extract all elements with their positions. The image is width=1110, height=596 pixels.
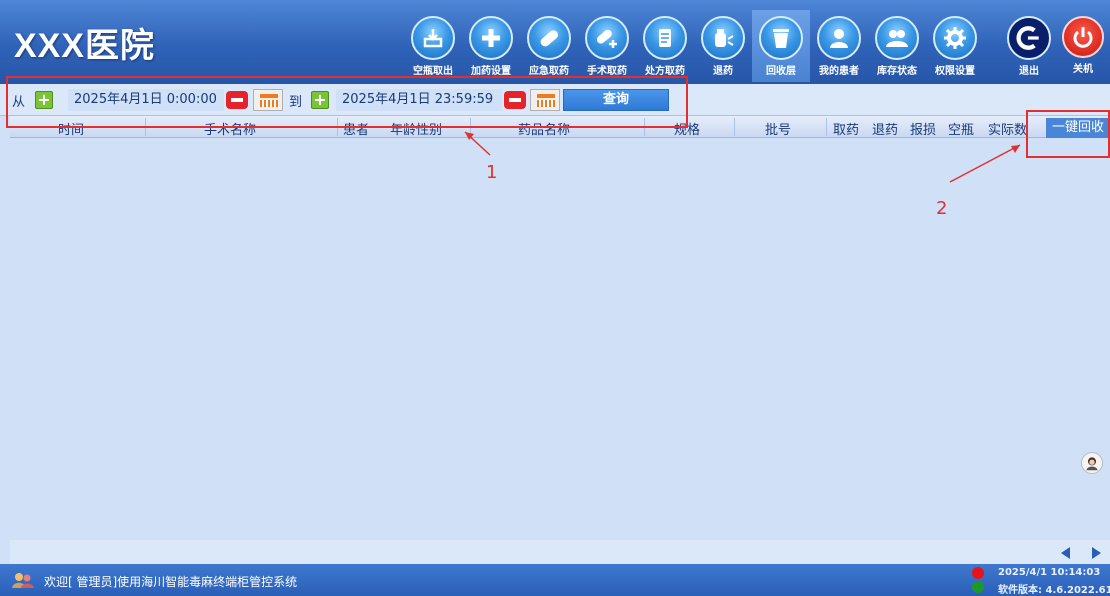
prescription-icon <box>643 16 687 60</box>
nav-add-drug-settings[interactable]: 加药设置 <box>462 10 520 82</box>
nav-empty-bottle-out[interactable]: 空瓶取出 <box>404 10 462 82</box>
shutdown-button[interactable]: 关机 <box>1055 16 1110 84</box>
nav-label: 权限设置 <box>935 66 975 77</box>
nav-label: 加药设置 <box>471 66 511 77</box>
nav-return-drug[interactable]: 退药 <box>694 10 752 82</box>
users-icon <box>12 573 34 588</box>
column-header[interactable]: 批号 <box>765 119 791 138</box>
hospital-name: XXX医院 <box>14 27 156 65</box>
welcome-message: 欢迎[ 管理员]使用海川智能毒麻终端柜管控系统 <box>44 575 298 589</box>
nav-my-patients[interactable]: 我的患者 <box>810 10 868 82</box>
nav-label: 应急取药 <box>529 66 569 77</box>
column-header[interactable]: 报损 <box>910 119 936 138</box>
column-divider[interactable] <box>826 118 827 136</box>
assistant-avatar-icon[interactable] <box>1081 452 1103 474</box>
nav-permission-settings[interactable]: 权限设置 <box>926 10 984 82</box>
nav-label: 手术取药 <box>587 66 627 77</box>
nav-label: 空瓶取出 <box>413 66 453 77</box>
tray-out-icon <box>411 16 455 60</box>
plus-icon <box>469 16 513 60</box>
annotation-box-1 <box>6 76 688 128</box>
bottle-icon <box>701 16 745 60</box>
trash-icon <box>759 16 803 60</box>
annotation-box-2 <box>1026 110 1110 158</box>
nav-label: 库存状态 <box>877 66 917 77</box>
nav-label: 回收层 <box>766 66 796 77</box>
nav-label: 我的患者 <box>819 66 859 77</box>
exit-label: 退出 <box>1019 66 1039 77</box>
main-nav: 空瓶取出 加药设置 应急取药 手术取药 处方取药 退药 回收层 我的患者 库存状… <box>404 10 984 82</box>
annotation-label-2: 2 <box>936 198 948 219</box>
pill-add-icon <box>585 16 629 60</box>
gear-icon <box>933 16 977 60</box>
nav-surgery-drug[interactable]: 手术取药 <box>578 10 636 82</box>
pill-icon <box>527 16 571 60</box>
status-indicator-green <box>972 581 984 593</box>
nav-label: 处方取药 <box>645 66 685 77</box>
app-header: XXX医院 空瓶取出 加药设置 应急取药 手术取药 处方取药 退药 回收层 我的… <box>0 0 1110 84</box>
logout-icon <box>1007 16 1051 60</box>
horizontal-scrollbar[interactable] <box>10 540 1110 564</box>
annotation-label-1: 1 <box>486 162 498 183</box>
column-header[interactable]: 空瓶 <box>948 119 974 138</box>
nav-label: 退药 <box>713 66 733 77</box>
nav-prescription-drug[interactable]: 处方取药 <box>636 10 694 82</box>
software-version: 软件版本: 4.6.2022.613 <box>998 585 1110 596</box>
shutdown-label: 关机 <box>1073 64 1093 75</box>
scroll-left-icon[interactable] <box>1058 545 1074 561</box>
user-icon <box>817 16 861 60</box>
nav-emergency-drug[interactable]: 应急取药 <box>520 10 578 82</box>
scroll-right-icon[interactable] <box>1088 545 1104 561</box>
users-icon <box>875 16 919 60</box>
column-header[interactable]: 取药 <box>833 119 859 138</box>
status-bar: 欢迎[ 管理员]使用海川智能毒麻终端柜管控系统 2025/4/1 10:14:0… <box>0 564 1110 596</box>
status-indicator-red <box>972 567 984 579</box>
column-header[interactable]: 实际数 <box>988 119 1027 138</box>
nav-recycle-layer[interactable]: 回收层 <box>752 10 810 82</box>
power-icon <box>1062 16 1104 58</box>
nav-inventory-status[interactable]: 库存状态 <box>868 10 926 82</box>
exit-button[interactable]: 退出 <box>1000 16 1058 84</box>
current-datetime: 2025/4/1 10:14:03 <box>998 567 1101 578</box>
column-divider[interactable] <box>734 118 735 136</box>
column-header[interactable]: 退药 <box>872 119 898 138</box>
